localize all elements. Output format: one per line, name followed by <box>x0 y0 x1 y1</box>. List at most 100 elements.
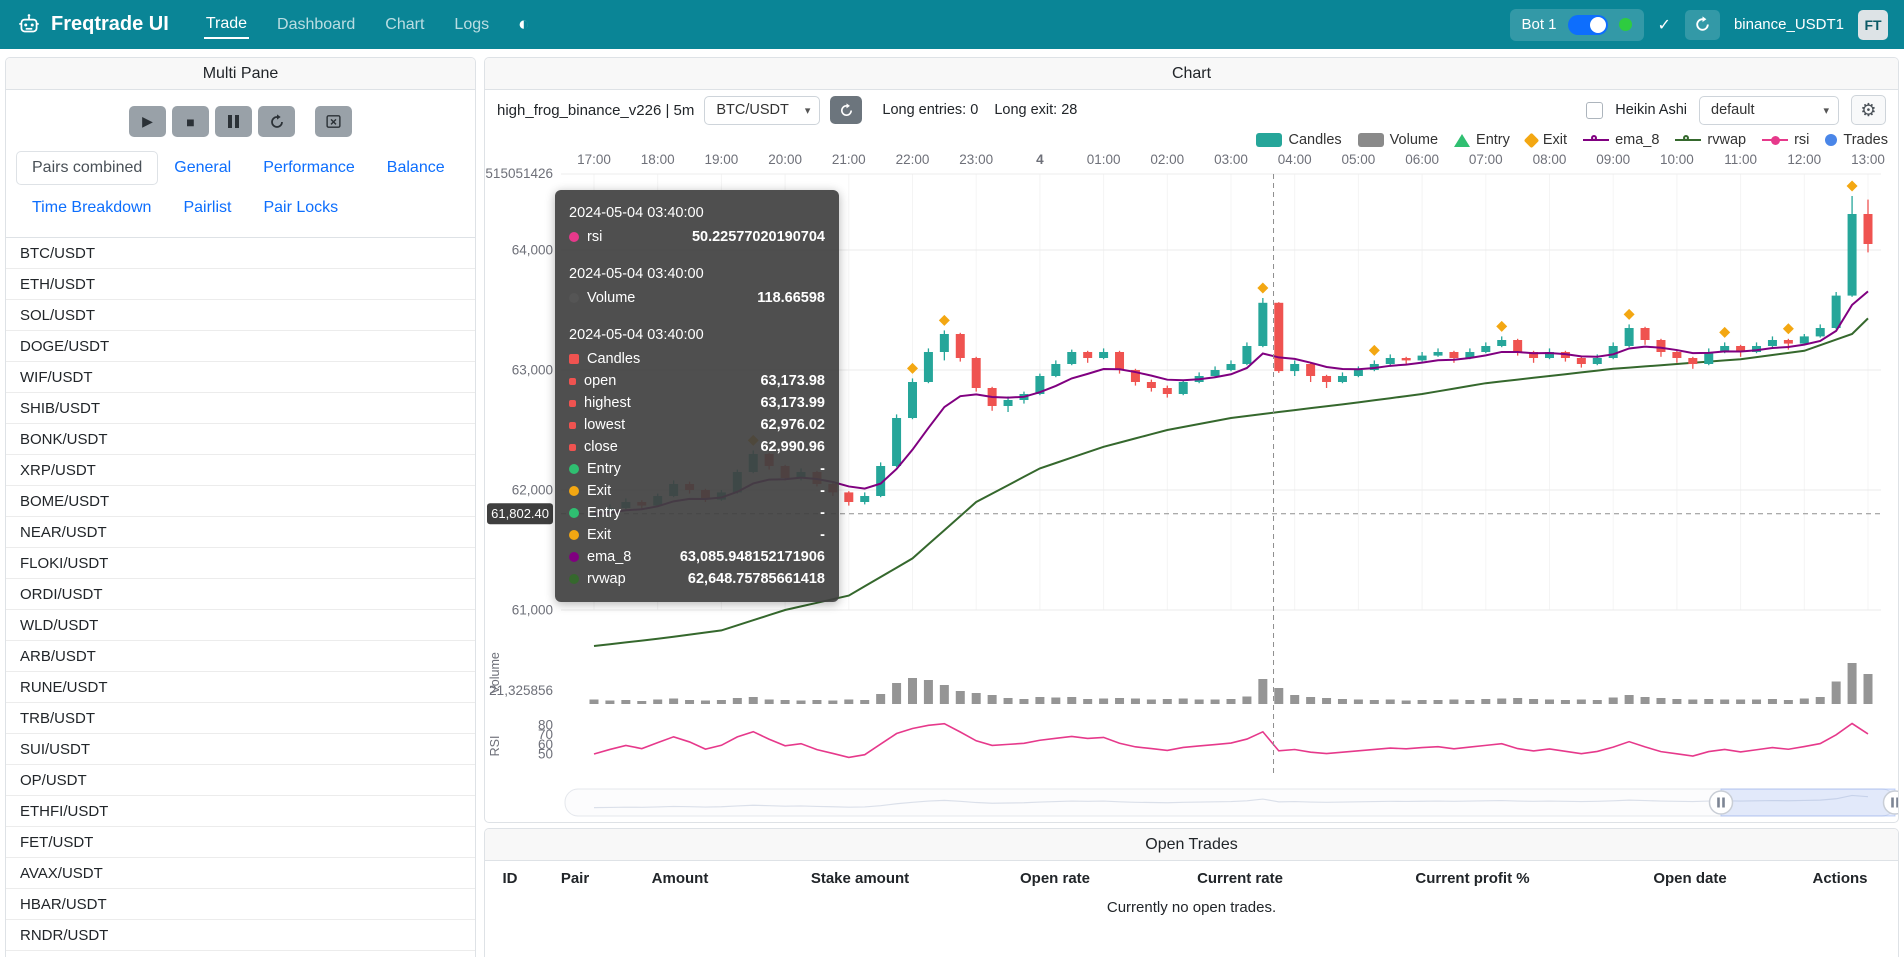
svg-text:08:00: 08:00 <box>1533 152 1567 167</box>
pair-list-item[interactable]: HBAR/USDT <box>6 889 475 920</box>
svg-text:Volume: Volume <box>488 652 502 694</box>
series-marker-icon <box>569 530 579 540</box>
pair-list-item[interactable]: ETH/USDT <box>6 269 475 300</box>
tab-pairlist[interactable]: Pairlist <box>167 191 247 225</box>
bot-selector[interactable]: Bot 1 <box>1510 9 1644 41</box>
pair-list-item[interactable]: XRP/USDT <box>6 455 475 486</box>
pause-button[interactable] <box>215 106 252 137</box>
nav-item-chart[interactable]: Chart <box>383 12 426 38</box>
pair-list-item[interactable]: SHIB/USDT <box>6 393 475 424</box>
pair-list-item[interactable]: RUNE/USDT <box>6 672 475 703</box>
tooltip-label: Entry <box>587 502 621 524</box>
open-trades-title: Open Trades <box>485 829 1898 861</box>
datazoom-selected-window[interactable] <box>1721 789 1895 816</box>
datazoom-handle-left[interactable] <box>1710 791 1733 814</box>
refresh-chart-button[interactable] <box>830 96 862 124</box>
tab-performance[interactable]: Performance <box>247 151 371 185</box>
pair-list-item[interactable]: ARB/USDT <box>6 641 475 672</box>
series-marker-icon <box>569 378 576 385</box>
svg-text:50: 50 <box>538 747 553 762</box>
legend-item-exit[interactable]: Exit <box>1526 132 1567 148</box>
pair-list-item[interactable]: FLOKI/USDT <box>6 548 475 579</box>
theme-toggle-icon[interactable]: ◐ <box>518 14 529 36</box>
pair-list-item[interactable]: WLD/USDT <box>6 610 475 641</box>
svg-text:61,000: 61,000 <box>512 603 553 618</box>
bot-online-dot <box>1619 18 1632 31</box>
plot-config-select[interactable]: default ▾ <box>1699 96 1839 125</box>
tab-pairs-combined[interactable]: Pairs combined <box>16 151 158 185</box>
plot-settings-button[interactable]: ⚙ <box>1851 95 1886 125</box>
nav-item-logs[interactable]: Logs <box>452 12 491 38</box>
svg-text:07:00: 07:00 <box>1469 152 1503 167</box>
play-button[interactable]: ▶ <box>129 106 166 137</box>
pair-list-item[interactable]: WIF/USDT <box>6 362 475 393</box>
tab-general[interactable]: General <box>158 151 247 185</box>
pair-list-item[interactable]: ORDI/USDT <box>6 579 475 610</box>
multi-pane-title: Multi Pane <box>6 58 475 90</box>
legend-item-trades[interactable]: Trades <box>1825 132 1888 148</box>
pair-list-item[interactable]: BOME/USDT <box>6 486 475 517</box>
column-header-current-profit-: Current profit % <box>1345 861 1600 895</box>
volume-legend-icon <box>1358 133 1384 147</box>
pair-list-item[interactable]: AR/USDT <box>6 951 475 957</box>
bot-check-icon: ✓ <box>1658 15 1671 35</box>
svg-text:11:00: 11:00 <box>1724 152 1757 167</box>
svg-text:RSI: RSI <box>488 736 502 757</box>
entry-legend-icon <box>1454 134 1470 147</box>
tooltip-row-open: open63,173.98 <box>569 370 825 392</box>
svg-text:21:00: 21:00 <box>832 152 866 167</box>
ema-8-legend-icon <box>1583 139 1609 141</box>
pair-list-item[interactable]: AVAX/USDT <box>6 858 475 889</box>
series-marker-icon <box>569 486 579 496</box>
legend-item-volume[interactable]: Volume <box>1358 132 1438 148</box>
pair-list-item[interactable]: DOGE/USDT <box>6 331 475 362</box>
right-column: Chart high_frog_binance_v226 | 5m BTC/US… <box>484 57 1899 957</box>
nav-item-trade[interactable]: Trade <box>204 11 249 39</box>
pair-list-item[interactable]: BONK/USDT <box>6 424 475 455</box>
tooltip-value: 63,173.99 <box>760 392 825 414</box>
svg-text:18:00: 18:00 <box>641 152 675 167</box>
user-avatar[interactable]: FT <box>1858 10 1888 40</box>
heikin-ashi-checkbox[interactable] <box>1586 102 1603 119</box>
refresh-bot-button[interactable] <box>1685 10 1720 40</box>
current-price-axis-label: 61,802.40 <box>487 503 553 524</box>
tooltip-timestamp: 2024-05-04 03:40:00 <box>569 263 825 285</box>
reload-config-button[interactable] <box>258 106 295 137</box>
top-navbar: Freqtrade UI TradeDashboardChartLogs ◐ B… <box>0 0 1904 49</box>
open-trades-empty-text: Currently no open trades. <box>485 895 1898 930</box>
legend-item-entry[interactable]: Entry <box>1454 132 1510 148</box>
tooltip-row-exit: Exit- <box>569 524 825 546</box>
pair-list-item[interactable]: SOL/USDT <box>6 300 475 331</box>
column-header-amount: Amount <box>615 861 745 895</box>
chart-tooltip: 2024-05-04 03:40:00rsi50.225770201907042… <box>555 190 839 602</box>
pair-list-item[interactable]: TRB/USDT <box>6 703 475 734</box>
svg-text:12:00: 12:00 <box>1787 152 1821 167</box>
legend-item-rvwap[interactable]: rvwap <box>1675 132 1746 148</box>
tab-balance[interactable]: Balance <box>371 151 461 185</box>
tab-pair-locks[interactable]: Pair Locks <box>247 191 354 225</box>
pair-list-item[interactable]: BTC/USDT <box>6 238 475 269</box>
tooltip-value: 62,990.96 <box>760 436 825 458</box>
tooltip-label: rvwap <box>587 568 626 590</box>
pair-list-item[interactable]: NEAR/USDT <box>6 517 475 548</box>
nav-item-dashboard[interactable]: Dashboard <box>275 12 357 38</box>
legend-item-rsi[interactable]: rsi <box>1762 132 1809 148</box>
tooltip-row-ema-8: ema_863,085.948152171906 <box>569 546 825 568</box>
pair-select[interactable]: BTC/USDT ▾ <box>704 96 820 125</box>
legend-item-candles[interactable]: Candles <box>1256 132 1341 148</box>
legend-item-ema-8[interactable]: ema_8 <box>1583 132 1659 148</box>
bot-toggle[interactable] <box>1568 15 1608 35</box>
bot-controls: ▶ ■ <box>6 90 475 147</box>
pair-list-item[interactable]: SUI/USDT <box>6 734 475 765</box>
svg-text:09:00: 09:00 <box>1596 152 1630 167</box>
multi-pane-panel: Multi Pane ▶ ■ Pairs combinedGeneralPerf… <box>5 57 476 957</box>
close-trade-button[interactable] <box>315 106 352 137</box>
pair-list-item[interactable]: FET/USDT <box>6 827 475 858</box>
pair-list-item[interactable]: ETHFI/USDT <box>6 796 475 827</box>
stop-button[interactable]: ■ <box>172 106 209 137</box>
pair-list-item[interactable]: RNDR/USDT <box>6 920 475 951</box>
tab-time-breakdown[interactable]: Time Breakdown <box>16 191 167 225</box>
datazoom-navigator[interactable] <box>565 789 1898 816</box>
pair-list-item[interactable]: OP/USDT <box>6 765 475 796</box>
column-header-stake-amount: Stake amount <box>745 861 975 895</box>
